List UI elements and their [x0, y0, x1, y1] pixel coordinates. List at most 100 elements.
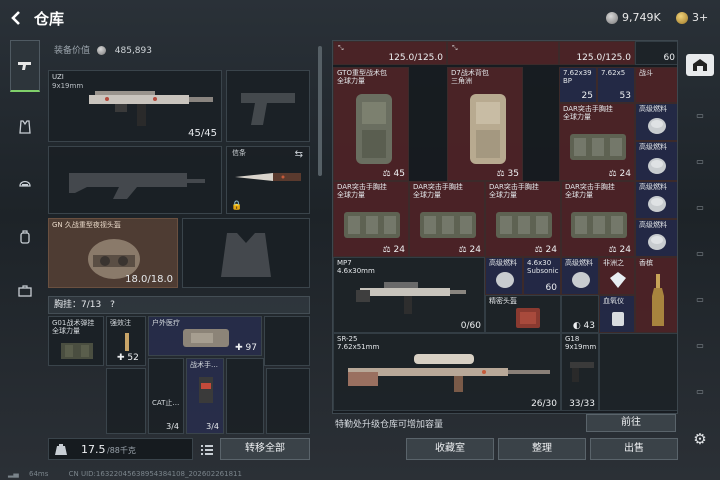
back-button[interactable] — [8, 9, 26, 27]
primary-weapon-slot[interactable]: UZI 9x19mm 45/45 — [48, 70, 222, 142]
sell-button[interactable]: 出售 — [590, 438, 678, 460]
chest-item-cat[interactable]: CAT止… 3/4 — [148, 358, 184, 434]
oximeter-icon — [612, 312, 624, 326]
chest-rig-icon — [61, 343, 93, 359]
storage-page-tab[interactable]: ▭ — [686, 242, 714, 264]
storage-cell[interactable]: 60 — [635, 41, 677, 65]
item-name: D7战术背包 — [451, 69, 489, 77]
storage-cell[interactable]: 125.0/125.0 — [559, 41, 635, 65]
item-count: ⚖ 24 — [458, 245, 481, 255]
storage-item-chest-rig[interactable]: DAR突击手胸挂 全球力量 ⚖ 24 — [561, 181, 635, 257]
storage-item-ammo[interactable]: 4.6x30 Subsonic 60 — [523, 257, 561, 295]
goto-button[interactable]: 前往 — [586, 414, 676, 432]
storage-item-fuel[interactable]: 高级燃料 — [561, 257, 599, 295]
storage-page-tab[interactable]: ▭ — [686, 196, 714, 218]
backpack-icon — [20, 230, 30, 244]
item-name: 高级燃料 — [639, 183, 667, 191]
item-name: 战术手… — [190, 361, 218, 369]
tab-armor[interactable] — [10, 112, 40, 142]
tab-backpack[interactable] — [10, 222, 40, 252]
item-name: DAR突击手胸挂 — [489, 183, 539, 191]
storage-item-backpack-d7[interactable]: D7战术背包 三角洲 ⚖ 35 — [447, 67, 523, 181]
storage-item-champagne[interactable]: 香槟 — [635, 257, 677, 333]
chest-empty-slot[interactable] — [266, 368, 310, 434]
chest-rig-icon — [420, 212, 476, 238]
storage-grid[interactable]: ⤡ 125.0/125.0 ⤡ 125.0/125.0 60 GTO重型战术包 … — [332, 40, 678, 414]
storage-item-helmet[interactable]: 精密头盔 — [485, 295, 561, 333]
chest-rig-slot[interactable]: G01战术弹挂 全球力量 — [48, 316, 104, 366]
storage-item-sr25[interactable]: SR-25 7.62x51mm 26/30 — [333, 333, 561, 411]
storage-page-tab[interactable]: ▭ — [686, 334, 714, 356]
armor-slot[interactable] — [182, 218, 310, 288]
help-icon[interactable]: ? — [110, 300, 115, 310]
item-ammo: 26/30 — [531, 399, 557, 409]
item-name: MP7 — [337, 259, 352, 267]
transfer-all-button[interactable]: 转移全部 — [220, 438, 310, 460]
item-count: ⚖ 24 — [608, 169, 631, 179]
storage-cell[interactable]: ⤡ — [447, 41, 559, 65]
status-bar: ▂▄ 64ms CN UID:16322045638954384108_2026… — [8, 470, 242, 478]
chest-item-tactical[interactable]: 战术手… 3/4 — [186, 358, 224, 434]
storage-item-grenade[interactable]: 战斗 — [635, 67, 677, 103]
weapon-caliber: 9x19mm — [52, 82, 84, 90]
equip-value-label: 装备价值 — [54, 46, 91, 56]
storage-page-tab[interactable]: ▭ — [686, 288, 714, 310]
storage-item-fuel[interactable]: 高级燃料 — [635, 141, 677, 181]
storage-item-chest-rig[interactable]: DAR突击手胸挂 全球力量 ⚖ 24 — [333, 181, 409, 257]
secondary-weapon-slot[interactable] — [226, 70, 310, 142]
tab-weapons[interactable] — [10, 40, 40, 92]
storage-item-g18[interactable]: G18 9x19mm 33/33 — [561, 333, 599, 411]
silver-coin-icon — [606, 11, 618, 24]
silver-currency[interactable]: 9,749K — [606, 11, 661, 24]
expand-icon: ⤡ — [338, 44, 344, 52]
player-uid: CN UID:16322045638954384108_202602261811 — [68, 470, 242, 478]
storage-empty-cell[interactable] — [599, 333, 677, 411]
item-count: 60 — [663, 53, 675, 63]
chest-rig-icon — [570, 134, 626, 160]
signal-icon: ▂▄ — [8, 470, 19, 478]
vest-placeholder-icon — [221, 233, 271, 277]
collection-room-button[interactable]: 收藏室 — [406, 438, 494, 460]
organize-button[interactable]: 整理 — [498, 438, 586, 460]
storage-item-helmet-count[interactable]: ◐ 43 — [561, 295, 599, 333]
uzi-icon — [89, 91, 213, 126]
storage-item-chest-rig[interactable]: DAR突击手胸挂 全球力量 ⚖ 24 — [559, 103, 635, 181]
storage-item-fuel[interactable]: 高级燃料 — [635, 181, 677, 219]
item-sub: 9x19mm — [565, 343, 597, 351]
gold-currency[interactable]: 3+ — [676, 11, 708, 24]
storage-page-tab[interactable]: ▭ — [686, 380, 714, 402]
storage-item-chest-rig[interactable]: DAR突击手胸挂 全球力量 ⚖ 24 — [485, 181, 561, 257]
tab-helmet[interactable] — [10, 168, 40, 198]
loadout-scrollbar[interactable] — [318, 46, 322, 176]
storage-item-oximeter[interactable]: 血氧仪 — [599, 295, 635, 333]
storage-item-mp7[interactable]: MP7 4.6x30mm 0/60 — [333, 257, 485, 333]
storage-cell[interactable]: ⤡ 125.0/125.0 — [333, 41, 447, 65]
chest-empty-slot[interactable] — [264, 316, 310, 366]
item-name: 血氧仪 — [603, 297, 624, 305]
warehouse-filter-icon[interactable] — [686, 54, 714, 76]
item-sub: 全球力量 — [563, 113, 591, 121]
tab-secure-case[interactable] — [10, 276, 40, 306]
storage-item-fuel[interactable]: 高级燃料 — [635, 219, 677, 257]
secondary-primary-slot[interactable] — [48, 146, 222, 214]
storage-item-diamond[interactable]: 非洲之 — [599, 257, 635, 295]
chest-item-medkit[interactable]: 户外医疗 ✚ 97 — [148, 316, 262, 356]
rifle-placeholder-icon — [69, 173, 205, 199]
swap-icon[interactable]: ⇆ — [295, 149, 303, 160]
storage-page-tab[interactable]: ▭ — [686, 150, 714, 172]
storage-item-ammo[interactable]: 7.62x39 BP 25 — [559, 67, 597, 103]
helmet-slot[interactable]: GN 久战重型夜视头盔 18.0/18.0 — [48, 218, 178, 288]
storage-item-ammo[interactable]: 7.62x5 53 — [597, 67, 635, 103]
settings-gear-icon[interactable]: ⚙ — [686, 428, 714, 450]
storage-item-fuel[interactable]: 高级燃料 — [485, 257, 523, 295]
storage-item-fuel[interactable]: 高级燃料 — [635, 103, 677, 141]
storage-item-backpack-gto[interactable]: GTO重型战术包 全球力量 ⚖ 45 — [333, 67, 409, 181]
storage-item-chest-rig[interactable]: DAR突击手胸挂 全球力量 ⚖ 24 — [409, 181, 485, 257]
storage-page-tab[interactable]: ▭ — [686, 104, 714, 126]
item-name: 户外医疗 — [152, 319, 180, 327]
chest-item-injector[interactable]: 强效注 ✚ 52 — [106, 316, 146, 366]
chest-empty-slot[interactable] — [226, 358, 264, 434]
item-name: 战斗 — [639, 69, 653, 77]
melee-slot[interactable]: 信条 ⇆ 🔒 — [226, 146, 310, 214]
chest-empty-slot[interactable] — [106, 368, 146, 434]
